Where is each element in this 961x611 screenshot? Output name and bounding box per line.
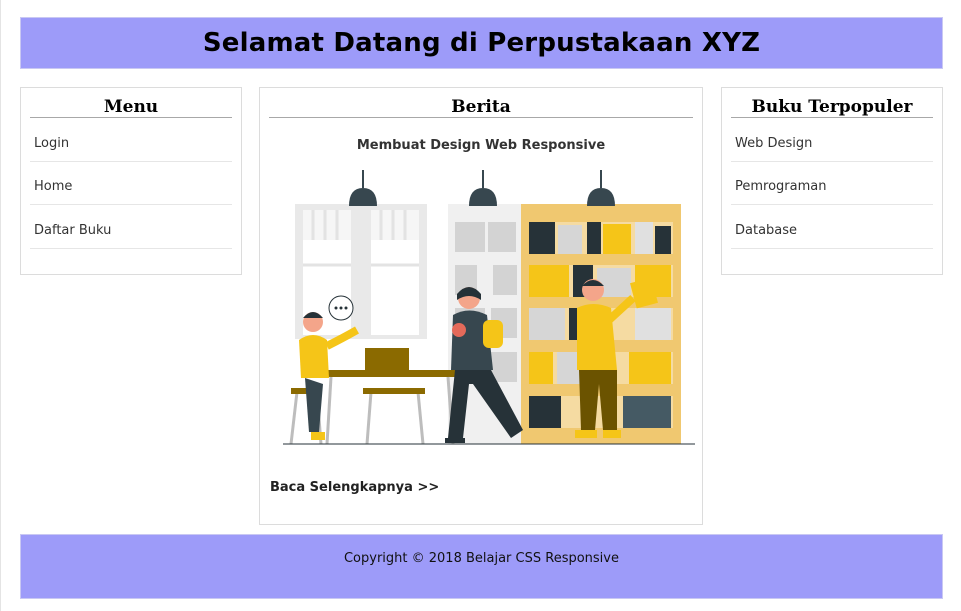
menu-link-login[interactable]: Login (34, 128, 69, 151)
menu-item-login: Login (30, 118, 232, 162)
menu-link-daftar-buku[interactable]: Daftar Buku (34, 215, 111, 238)
news-box: Berita Membuat Design Web Responsive Bac… (259, 87, 703, 525)
site-footer: Copyright © 2018 Belajar CSS Responsive (20, 534, 943, 599)
copyright-text: Copyright © 2018 Belajar CSS Responsive (343, 551, 619, 566)
site-header: Selamat Datang di Perpustakaan XYZ (20, 17, 943, 69)
read-more-link[interactable]: Baca Selengkapnya >> (270, 480, 439, 495)
popular-item-web-design: Web Design (731, 118, 933, 162)
menu-list: Login Home Daftar Buku (30, 118, 232, 249)
popular-item-pemrograman: Pemrograman (731, 162, 933, 205)
article-title: Membuat Design Web Responsive (356, 138, 606, 153)
menu-item-home: Home (30, 162, 232, 205)
menu-item-daftar-buku: Daftar Buku (30, 205, 232, 249)
popular-link-web-design[interactable]: Web Design (735, 128, 812, 151)
popular-item-database: Database (731, 205, 933, 249)
lamp-shapes (349, 170, 615, 206)
popular-title: Buku Terpopuler (731, 98, 933, 118)
library-illustration (283, 170, 695, 445)
popular-link-pemrograman[interactable]: Pemrograman (735, 171, 826, 194)
site-title: Selamat Datang di Perpustakaan XYZ (202, 28, 761, 58)
news-title: Berita (269, 98, 693, 118)
popular-list: Web Design Pemrograman Database (731, 118, 933, 249)
popular-box: Buku Terpopuler Web Design Pemrograman D… (721, 87, 943, 275)
popular-link-database[interactable]: Database (735, 215, 797, 238)
menu-box: Menu Login Home Daftar Buku (20, 87, 242, 275)
menu-link-home[interactable]: Home (34, 171, 72, 194)
page: Selamat Datang di Perpustakaan XYZ Menu … (0, 0, 961, 611)
menu-title: Menu (30, 98, 232, 118)
